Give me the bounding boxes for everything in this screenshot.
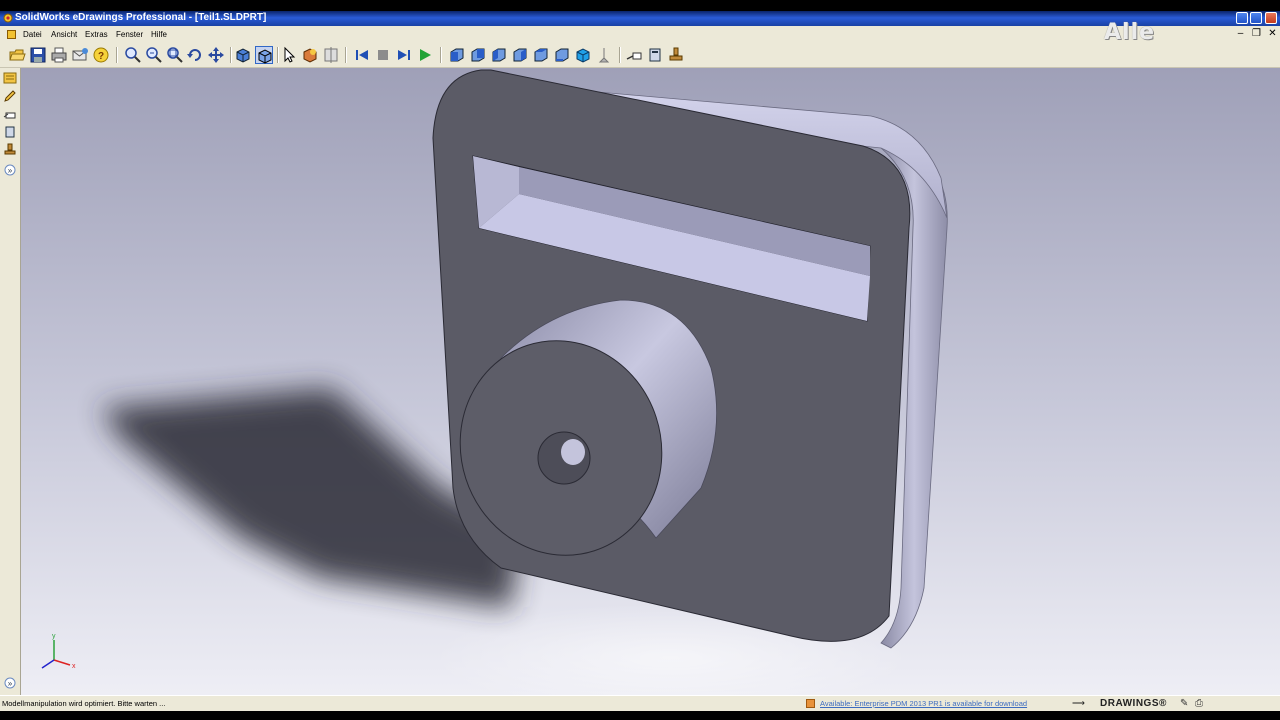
title-bar[interactable]: SolidWorks eDrawings Professional - [Tei… — [0, 11, 1280, 26]
right-view-icon[interactable] — [511, 46, 529, 64]
part-model[interactable]: x y — [21, 68, 1280, 695]
menu-extras[interactable]: Extras — [85, 30, 108, 39]
window-title: SolidWorks eDrawings Professional - [Tei… — [15, 12, 267, 23]
section-icon[interactable] — [322, 46, 340, 64]
markup-icon[interactable] — [625, 46, 643, 64]
components-icon[interactable] — [3, 71, 17, 85]
print-status-icon[interactable]: ⎙ — [1195, 698, 1203, 709]
svg-text:»: » — [8, 166, 13, 175]
toolbar-separator — [116, 47, 118, 63]
open-icon[interactable] — [8, 46, 26, 64]
left-panel: » » — [0, 68, 21, 695]
edrawings-window: SolidWorks eDrawings Professional - [Tei… — [0, 0, 1280, 720]
save-icon[interactable] — [29, 46, 47, 64]
update-notice-link[interactable]: Available: Enterprise PDM 2013 PR1 is av… — [820, 699, 1027, 708]
edrawings-app-icon — [3, 13, 13, 23]
menu-hilfe[interactable]: Hilfe — [151, 30, 167, 39]
letterbox-top — [0, 0, 1280, 11]
svg-text:»: » — [8, 679, 13, 688]
main-toolbar: ? — [0, 43, 1280, 68]
axes-triad: x y — [41, 633, 76, 670]
select-icon[interactable] — [280, 46, 298, 64]
properties-icon[interactable] — [646, 46, 664, 64]
svg-text:x: x — [72, 663, 76, 670]
move-icon[interactable] — [595, 46, 613, 64]
shaded-edges-icon[interactable] — [255, 46, 273, 64]
letterbox-bottom — [0, 711, 1280, 720]
toolbar-separator — [230, 47, 232, 63]
svg-text:?: ? — [98, 51, 104, 62]
zoom-in-out-icon[interactable] — [145, 46, 163, 64]
leftpanel-properties-icon[interactable] — [3, 125, 17, 139]
play-icon[interactable] — [416, 46, 434, 64]
toolbar-separator — [277, 47, 279, 63]
stamp-tool-icon[interactable] — [3, 143, 17, 157]
pan-icon[interactable] — [207, 46, 225, 64]
measure-icon[interactable] — [301, 46, 319, 64]
status-bar: Modellmanipulation wird optimiert. Bitte… — [0, 695, 1280, 712]
next-icon[interactable] — [395, 46, 413, 64]
rotate-icon[interactable] — [186, 46, 204, 64]
svg-text:y: y — [52, 633, 56, 640]
isometric-view-icon[interactable] — [574, 46, 592, 64]
markup-pencil-icon[interactable] — [3, 89, 17, 103]
toolbar-separator — [345, 47, 347, 63]
measure-tool-icon[interactable] — [3, 107, 17, 121]
collapse-icon[interactable]: » — [3, 676, 17, 690]
expand-icon[interactable]: » — [3, 163, 17, 177]
stamp-icon[interactable] — [667, 46, 685, 64]
front-view-icon[interactable] — [448, 46, 466, 64]
document-icon[interactable] — [7, 30, 16, 39]
3d-viewport[interactable]: x y — [21, 68, 1280, 695]
send-icon[interactable] — [71, 46, 89, 64]
previous-icon[interactable] — [353, 46, 371, 64]
print-icon[interactable] — [50, 46, 68, 64]
menu-datei[interactable]: Datei — [23, 30, 42, 39]
bottom-view-icon[interactable] — [553, 46, 571, 64]
shaded-view-icon[interactable] — [234, 46, 252, 64]
update-notice-icon[interactable] — [806, 699, 815, 708]
zoom-area-icon[interactable] — [166, 46, 184, 64]
zoom-to-fit-icon[interactable] — [124, 46, 142, 64]
left-view-icon[interactable] — [490, 46, 508, 64]
toolbar-separator — [440, 47, 442, 63]
menu-fenster[interactable]: Fenster — [116, 30, 143, 39]
toolbar-separator — [619, 47, 621, 63]
help-icon[interactable]: ? — [92, 46, 110, 64]
stop-icon[interactable] — [374, 46, 392, 64]
arrow-icon: ⟶ — [1072, 698, 1085, 708]
menu-bar: Datei Ansicht Extras Fenster Hilfe – ❐ ✕ — [0, 27, 1280, 43]
back-view-icon[interactable] — [469, 46, 487, 64]
top-view-icon[interactable] — [532, 46, 550, 64]
menu-ansicht[interactable]: Ansicht — [51, 30, 77, 39]
status-message: Modellmanipulation wird optimiert. Bitte… — [2, 699, 166, 708]
pencil-icon[interactable]: ✎ — [1180, 698, 1188, 709]
edrawings-brand: DRAWINGS® — [1100, 698, 1167, 709]
